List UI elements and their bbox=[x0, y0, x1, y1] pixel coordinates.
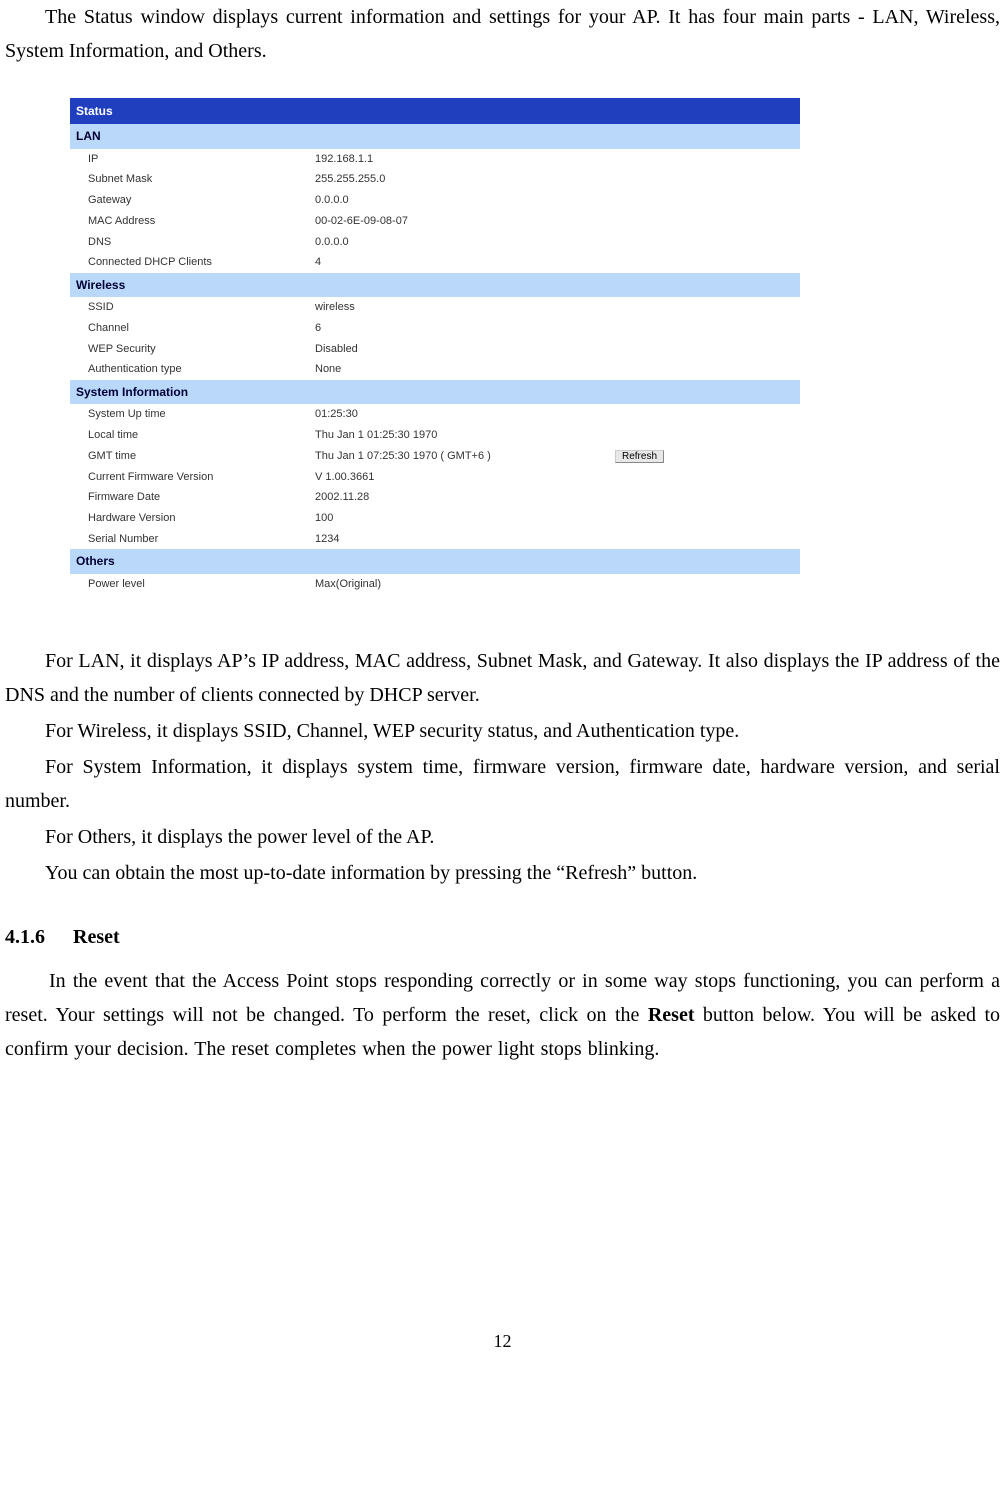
sysinfo-header: System Information bbox=[70, 380, 800, 404]
reset-paragraph: In the event that the Access Point stops… bbox=[5, 964, 1000, 1066]
reset-bold: Reset bbox=[648, 1004, 695, 1026]
section-number: 4.1.6 bbox=[5, 920, 45, 954]
table-row: Firmware Date2002.11.28 bbox=[70, 487, 800, 508]
table-row: Subnet Mask255.255.255.0 bbox=[70, 169, 800, 190]
intro-paragraph: The Status window displays current infor… bbox=[5, 0, 1000, 68]
value-auth: None bbox=[315, 359, 615, 380]
body-p1: For LAN, it displays AP’s IP address, MA… bbox=[5, 644, 1000, 712]
table-row: SSIDwireless bbox=[70, 297, 800, 318]
label-ip: IP bbox=[70, 149, 315, 170]
table-row: System Up time01:25:30 bbox=[70, 404, 800, 425]
table-row: WEP SecurityDisabled bbox=[70, 339, 800, 360]
status-screenshot: Status LAN IP192.168.1.1 Subnet Mask255.… bbox=[70, 98, 800, 594]
table-row: Hardware Version100 bbox=[70, 508, 800, 529]
wireless-header: Wireless bbox=[70, 273, 800, 297]
label-channel: Channel bbox=[70, 318, 315, 339]
table-row: Connected DHCP Clients4 bbox=[70, 252, 800, 273]
refresh-button[interactable]: Refresh bbox=[615, 450, 664, 463]
value-ssid: wireless bbox=[315, 297, 615, 318]
label-serial: Serial Number bbox=[70, 529, 315, 550]
label-dns: DNS bbox=[70, 232, 315, 253]
page-number: 12 bbox=[5, 1326, 1000, 1357]
body-p4: For Others, it displays the power level … bbox=[5, 820, 1000, 854]
table-row: Power levelMax(Original) bbox=[70, 574, 800, 595]
value-uptime: 01:25:30 bbox=[315, 404, 615, 425]
body-p5: You can obtain the most up-to-date infor… bbox=[5, 856, 1000, 890]
table-row: DNS0.0.0.0 bbox=[70, 232, 800, 253]
label-subnet: Subnet Mask bbox=[70, 169, 315, 190]
table-row: Serial Number1234 bbox=[70, 529, 800, 550]
sysinfo-table: System Up time01:25:30 Local timeThu Jan… bbox=[70, 404, 800, 549]
value-wep: Disabled bbox=[315, 339, 615, 360]
others-header: Others bbox=[70, 549, 800, 573]
section-heading: 4.1.6 Reset bbox=[5, 920, 1000, 954]
wireless-table: SSIDwireless Channel6 WEP SecurityDisabl… bbox=[70, 297, 800, 380]
value-serial: 1234 bbox=[315, 529, 615, 550]
label-mac: MAC Address bbox=[70, 211, 315, 232]
label-gmt: GMT time bbox=[70, 446, 315, 467]
table-row: IP192.168.1.1 bbox=[70, 149, 800, 170]
others-table: Power levelMax(Original) bbox=[70, 574, 800, 595]
lan-table: IP192.168.1.1 Subnet Mask255.255.255.0 G… bbox=[70, 149, 800, 273]
value-power: Max(Original) bbox=[315, 574, 615, 595]
body-p2: For Wireless, it displays SSID, Channel,… bbox=[5, 714, 1000, 748]
label-uptime: System Up time bbox=[70, 404, 315, 425]
table-row: Authentication typeNone bbox=[70, 359, 800, 380]
value-mac: 00-02-6E-09-08-07 bbox=[315, 211, 615, 232]
value-gmt: Thu Jan 1 07:25:30 1970 ( GMT+6 ) bbox=[315, 446, 615, 467]
value-hwver: 100 bbox=[315, 508, 615, 529]
value-dns: 0.0.0.0 bbox=[315, 232, 615, 253]
table-row: Current Firmware VersionV 1.00.3661 bbox=[70, 467, 800, 488]
label-hwver: Hardware Version bbox=[70, 508, 315, 529]
label-power: Power level bbox=[70, 574, 315, 595]
table-row: Channel6 bbox=[70, 318, 800, 339]
label-wep: WEP Security bbox=[70, 339, 315, 360]
lan-header: LAN bbox=[70, 124, 800, 148]
table-row: GMT timeThu Jan 1 07:25:30 1970 ( GMT+6 … bbox=[70, 446, 800, 467]
value-fwdate: 2002.11.28 bbox=[315, 487, 615, 508]
value-local: Thu Jan 1 01:25:30 1970 bbox=[315, 425, 615, 446]
label-auth: Authentication type bbox=[70, 359, 315, 380]
value-dhcp: 4 bbox=[315, 252, 615, 273]
label-fwver: Current Firmware Version bbox=[70, 467, 315, 488]
body-p3: For System Information, it displays syst… bbox=[5, 750, 1000, 818]
label-dhcp: Connected DHCP Clients bbox=[70, 252, 315, 273]
label-fwdate: Firmware Date bbox=[70, 487, 315, 508]
value-gateway: 0.0.0.0 bbox=[315, 190, 615, 211]
value-fwver: V 1.00.3661 bbox=[315, 467, 615, 488]
table-row: Gateway0.0.0.0 bbox=[70, 190, 800, 211]
value-channel: 6 bbox=[315, 318, 615, 339]
label-gateway: Gateway bbox=[70, 190, 315, 211]
label-local: Local time bbox=[70, 425, 315, 446]
value-subnet: 255.255.255.0 bbox=[315, 169, 615, 190]
table-row: Local timeThu Jan 1 01:25:30 1970 bbox=[70, 425, 800, 446]
label-ssid: SSID bbox=[70, 297, 315, 318]
section-title: Reset bbox=[73, 920, 120, 954]
table-row: MAC Address00-02-6E-09-08-07 bbox=[70, 211, 800, 232]
status-title: Status bbox=[70, 98, 800, 124]
value-ip: 192.168.1.1 bbox=[315, 149, 615, 170]
